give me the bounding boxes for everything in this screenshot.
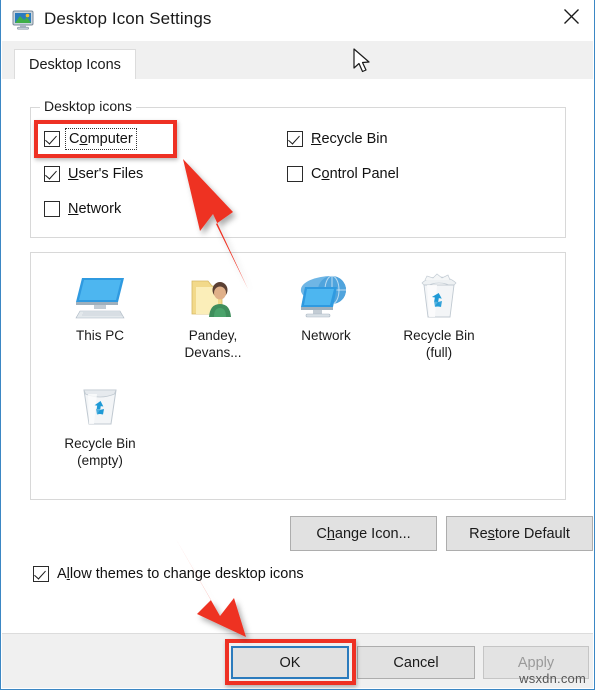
desktop-icon-settings-dialog: Desktop Icon Settings Desktop Icons Desk… — [0, 0, 595, 690]
checkbox-computer[interactable]: Computer — [44, 128, 137, 150]
checkbox-network[interactable]: Network — [44, 201, 121, 217]
tab-desktop-icons[interactable]: Desktop Icons — [14, 49, 136, 80]
window-title: Desktop Icon Settings — [44, 9, 212, 28]
ok-button[interactable]: OK — [231, 646, 349, 679]
checkbox-allow-themes-label: Allow themes to change desktop icons — [57, 566, 304, 582]
tab-strip: Desktop Icons — [2, 41, 593, 80]
monitor-icon — [44, 267, 156, 321]
preview-label-line2: (full) — [425, 345, 453, 360]
preview-label-line1: Recycle Bin — [64, 436, 136, 451]
preview-item-recycle-bin-full[interactable]: Recycle Bin (full) — [383, 267, 495, 361]
change-icon-button[interactable]: Change Icon... — [290, 516, 437, 551]
icon-preview-panel: This PC Pandey, Devans... Network Recycl… — [30, 252, 566, 500]
checkbox-control-panel[interactable]: Control Panel — [287, 166, 399, 182]
checkbox-recycle-bin-label: Recycle Bin — [311, 131, 388, 147]
preview-label-line2: (empty) — [77, 453, 123, 468]
checkbox-recycle-bin-box[interactable] — [287, 131, 303, 147]
preview-label-line1: Network — [301, 328, 351, 343]
mouse-cursor — [353, 48, 370, 73]
restore-default-button-label: Restore Default — [469, 525, 570, 542]
checkbox-users-files[interactable]: User's Files — [44, 166, 143, 182]
monitor-settings-icon — [12, 10, 34, 30]
close-icon[interactable] — [548, 0, 594, 32]
ok-button-label: OK — [279, 654, 301, 671]
restore-default-button[interactable]: Restore Default — [446, 516, 593, 551]
network-globe-icon — [270, 267, 382, 321]
apply-button-label: Apply — [517, 654, 555, 671]
cancel-button[interactable]: Cancel — [357, 646, 475, 679]
checkbox-users-files-label: User's Files — [68, 166, 144, 182]
dialog-footer: OK Cancel Apply wsxdn.com — [2, 633, 593, 688]
watermark: wsxdn.com — [519, 671, 586, 686]
preview-label-line2: Devans... — [184, 345, 242, 360]
preview-item-recycle-bin-empty[interactable]: Recycle Bin (empty) — [44, 375, 156, 469]
preview-item-user-folder[interactable]: Pandey, Devans... — [157, 267, 269, 361]
checkbox-control-panel-box[interactable] — [287, 166, 303, 182]
checkbox-users-files-box[interactable] — [44, 166, 60, 182]
checkbox-network-box[interactable] — [44, 201, 60, 217]
desktop-icons-legend: Desktop icons — [40, 98, 136, 114]
content-pane: Desktop icons Computer User's Files Netw… — [2, 79, 593, 633]
recycle-bin-empty-icon — [44, 375, 156, 429]
checkbox-recycle-bin[interactable]: Recycle Bin — [287, 131, 388, 147]
checkbox-allow-themes-box[interactable] — [33, 566, 49, 582]
checkbox-allow-themes[interactable]: Allow themes to change desktop icons — [33, 566, 304, 582]
user-folder-icon — [157, 267, 269, 321]
checkbox-network-label: Network — [68, 201, 122, 217]
preview-item-this-pc[interactable]: This PC — [44, 267, 156, 344]
checkbox-computer-box[interactable] — [44, 131, 60, 147]
preview-label-line1: This PC — [75, 328, 124, 343]
change-icon-button-label: Change Icon... — [316, 525, 411, 542]
checkbox-computer-label: Computer — [65, 128, 137, 150]
recycle-bin-full-icon — [383, 267, 495, 321]
tab-label: Desktop Icons — [29, 57, 121, 73]
cancel-button-label: Cancel — [393, 654, 439, 671]
preview-label-line1: Recycle Bin — [403, 328, 475, 343]
preview-label-line1: Pandey, — [188, 328, 238, 343]
preview-item-network[interactable]: Network — [270, 267, 382, 344]
checkbox-control-panel-label: Control Panel — [311, 166, 399, 182]
title-bar: Desktop Icon Settings — [1, 0, 594, 41]
